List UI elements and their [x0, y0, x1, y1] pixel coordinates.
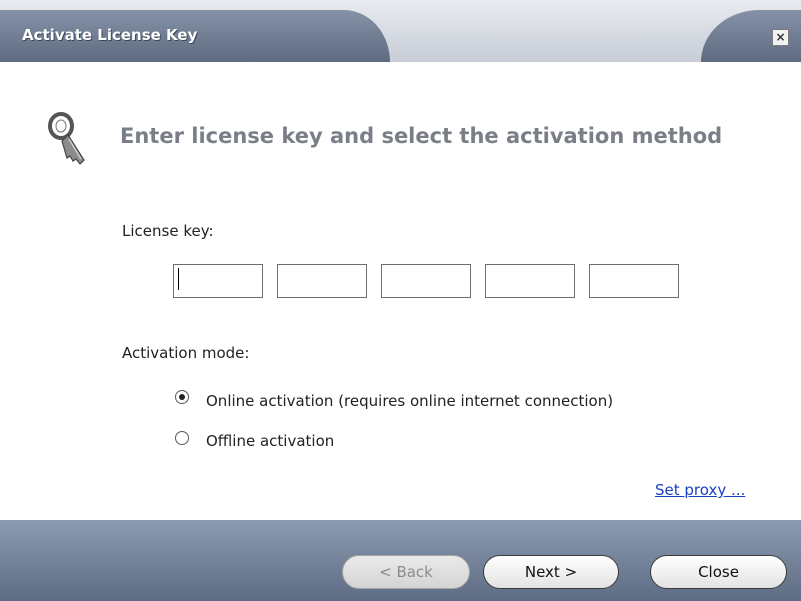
license-key-field-3[interactable]	[381, 264, 471, 298]
text-caret	[178, 268, 179, 290]
back-button[interactable]: < Back	[342, 555, 470, 589]
page-heading: Enter license key and select the activat…	[120, 124, 723, 148]
activation-mode-label: Activation mode:	[122, 344, 250, 362]
offline-activation-radio[interactable]	[175, 431, 189, 445]
license-key-field-4[interactable]	[485, 264, 575, 298]
license-key-label: License key:	[122, 222, 214, 240]
license-key-field-1[interactable]	[173, 264, 263, 298]
window-title: Activate License Key	[22, 26, 198, 44]
key-icon	[46, 112, 90, 174]
next-button[interactable]: Next >	[483, 555, 619, 589]
online-activation-radio[interactable]	[175, 390, 189, 404]
license-key-field-5[interactable]	[589, 264, 679, 298]
license-key-field-2[interactable]	[277, 264, 367, 298]
title-bar: Activate License Key ×	[0, 0, 801, 62]
close-button[interactable]: Close	[650, 555, 787, 589]
set-proxy-link[interactable]: Set proxy ...	[655, 481, 745, 499]
online-activation-label[interactable]: Online activation (requires online inter…	[206, 392, 613, 410]
close-window-button[interactable]: ×	[772, 29, 789, 46]
offline-activation-label[interactable]: Offline activation	[206, 432, 334, 450]
